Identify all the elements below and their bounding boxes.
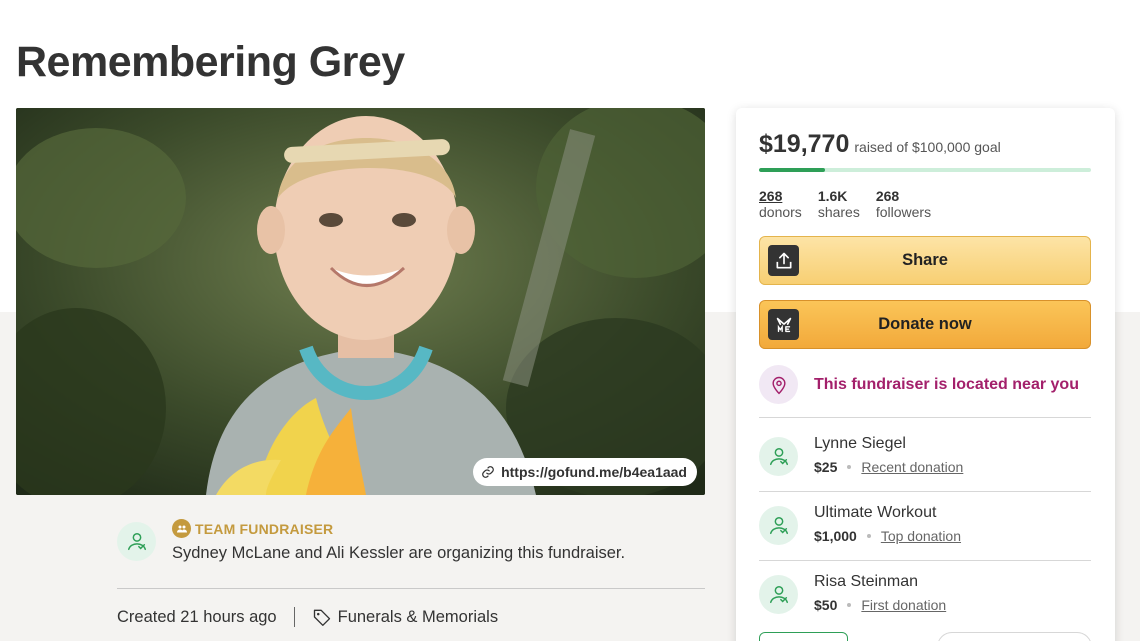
donors-count[interactable]: 268 xyxy=(759,188,802,204)
donor-heart-hand-icon xyxy=(759,575,798,614)
category-text: Funerals & Memorials xyxy=(337,607,499,626)
campaign-photo-image xyxy=(16,108,705,495)
donation-item: Ultimate Workout $1,000 Top donation xyxy=(759,504,1091,548)
progress-bar xyxy=(759,168,1091,172)
donor-name: Ultimate Workout xyxy=(814,504,937,521)
location-notice-text: This fundraiser is located near you xyxy=(814,375,1079,393)
donation-type-link[interactable]: Top donation xyxy=(881,528,961,544)
share-upload-icon xyxy=(768,245,799,276)
dot-separator xyxy=(847,465,852,469)
shares-label: shares xyxy=(817,204,860,220)
donation-item: Risa Steinman $50 First donation xyxy=(759,573,1091,617)
followers-count: 268 xyxy=(875,188,900,204)
followers-label: followers xyxy=(875,204,932,220)
donation-amount: $25 xyxy=(814,459,838,475)
category-link[interactable]: Funerals & Memorials xyxy=(312,607,498,627)
donor-heart-hand-icon xyxy=(759,506,798,545)
donation-details: $50 First donation xyxy=(814,597,946,613)
followers-stat: 268 followers xyxy=(876,188,931,220)
share-button-label: Share xyxy=(902,251,948,269)
donation-sidebar: $19,770 raised of $100,000 goal 268 dono… xyxy=(736,108,1115,641)
donors-label: donors xyxy=(759,204,802,220)
donor-heart-hand-icon xyxy=(127,532,146,550)
donors-stat[interactable]: 268 donors xyxy=(759,188,802,220)
shares-stat: 1.6K shares xyxy=(818,188,860,220)
team-fundraiser-label: TEAM FUNDRAISER xyxy=(172,519,333,538)
campaign-photo: https://gofund.me/b4ea1aad xyxy=(16,108,705,495)
raised-amount: $19,770 xyxy=(759,130,850,158)
donate-button[interactable]: Donate now xyxy=(759,300,1091,349)
donation-details: $25 Recent donation xyxy=(814,459,963,475)
donation-amount: $1,000 xyxy=(814,528,857,544)
donor-name: Lynne Siegel xyxy=(814,435,906,452)
dot-separator xyxy=(847,603,852,607)
team-icon xyxy=(172,519,191,538)
see-top-donations-button[interactable] xyxy=(937,632,1092,641)
donor-heart-hand-icon xyxy=(759,437,798,476)
goal-text: raised of $100,000 goal xyxy=(854,139,1001,155)
tag-icon xyxy=(313,609,330,626)
see-all-donations-button[interactable] xyxy=(759,632,848,641)
divider xyxy=(759,491,1091,492)
divider xyxy=(759,417,1091,418)
progress-bar-fill xyxy=(759,168,825,172)
divider xyxy=(117,588,705,589)
donation-amount: $50 xyxy=(814,597,838,613)
short-url-text: https://gofund.me/b4ea1aad xyxy=(501,464,687,480)
donation-item: Lynne Siegel $25 Recent donation xyxy=(759,435,1091,479)
team-fundraiser-text: TEAM FUNDRAISER xyxy=(195,520,334,537)
donation-type-link[interactable]: First donation xyxy=(861,597,946,613)
donation-details: $1,000 Top donation xyxy=(814,528,961,544)
location-pin-icon xyxy=(759,365,798,404)
campaign-stats: 268 donors 1.6K shares 268 followers xyxy=(759,188,931,220)
donor-name: Risa Steinman xyxy=(814,573,919,590)
organizer-avatar xyxy=(117,522,156,561)
divider xyxy=(759,560,1091,561)
raised-summary: $19,770 raised of $100,000 goal xyxy=(759,130,1001,159)
link-icon xyxy=(482,466,494,478)
created-time: Created 21 hours ago xyxy=(117,607,277,626)
campaign-meta: Created 21 hours ago Funerals & Memorial… xyxy=(117,607,498,627)
donation-type-link[interactable]: Recent donation xyxy=(861,459,963,475)
location-notice: This fundraiser is located near you xyxy=(759,365,1079,404)
organizer-text: Sydney McLane and Ali Kessler are organi… xyxy=(172,544,626,562)
donate-button-label: Donate now xyxy=(878,315,972,333)
page-title: Remembering Grey xyxy=(16,38,405,86)
shares-count: 1.6K xyxy=(817,188,848,204)
share-button[interactable]: Share xyxy=(759,236,1091,285)
meta-separator xyxy=(293,607,295,627)
gofundme-logo-icon xyxy=(768,309,799,340)
short-url-link[interactable]: https://gofund.me/b4ea1aad xyxy=(473,458,697,486)
dot-separator xyxy=(866,534,871,538)
